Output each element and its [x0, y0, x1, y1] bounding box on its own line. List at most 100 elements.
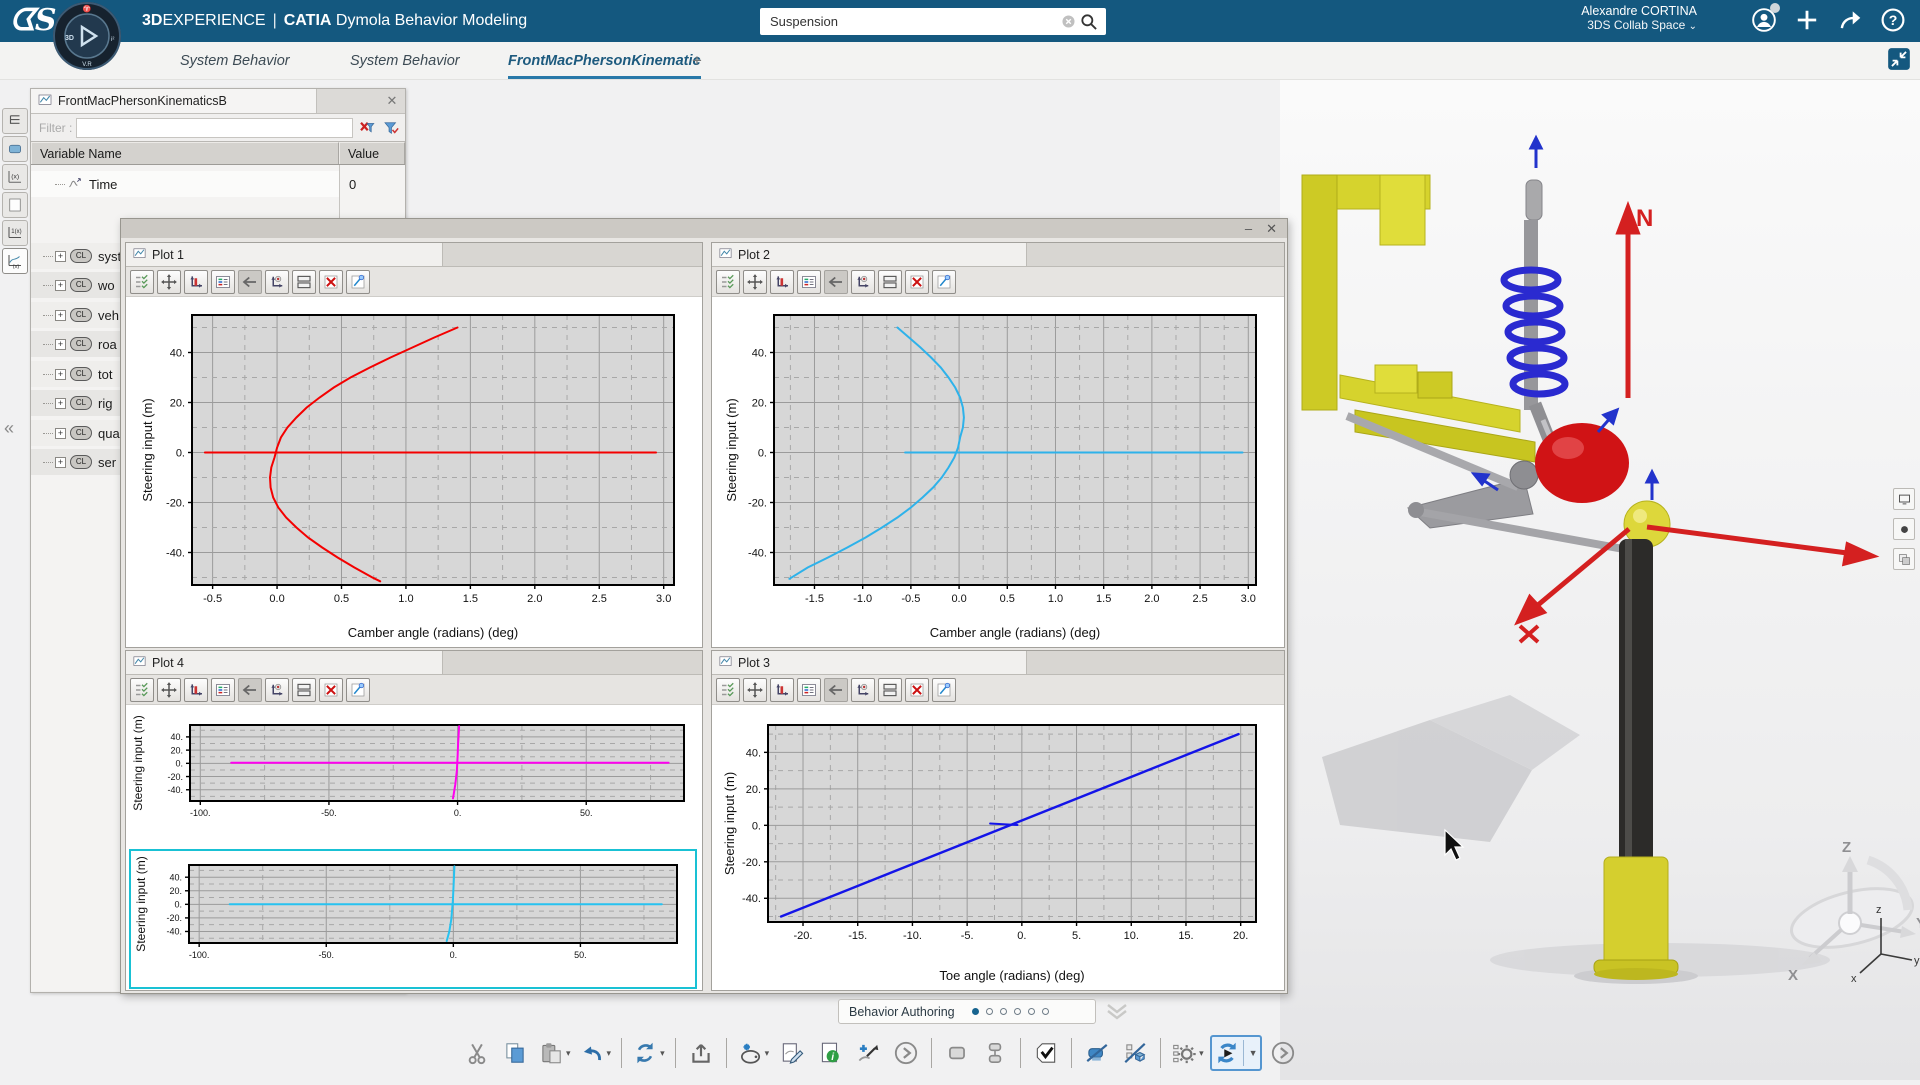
add-variable-button[interactable] [851, 1035, 885, 1071]
rail-plot-variables-icon[interactable]: (x) [2, 248, 28, 274]
plot4-tab[interactable]: Plot 4 [126, 651, 443, 674]
simulation-settings-button[interactable]: ▾ [1169, 1035, 1206, 1071]
plot-tool-probe[interactable] [346, 269, 370, 294]
plot3-tab[interactable]: Plot 3 [712, 651, 1027, 674]
expand-icon[interactable]: + [55, 368, 66, 380]
update-button[interactable]: ▾ [630, 1035, 667, 1071]
plot-tool-legend[interactable] [211, 677, 235, 702]
plot-tool-probe[interactable] [932, 269, 956, 294]
side-visibility-button[interactable] [1893, 518, 1915, 540]
plot-tool-back-arrow[interactable] [238, 269, 262, 294]
mode-dot-4[interactable] [1014, 1008, 1022, 1015]
plot1-tab[interactable]: Plot 1 [126, 243, 443, 266]
filter-input[interactable] [76, 117, 353, 138]
tab-system-behavior-2[interactable]: System Behavior [350, 42, 460, 80]
search-input[interactable] [770, 14, 1058, 29]
plot1-chart[interactable]: -0.5 0.0 0.5 1.0 1.5 2.0 2.5 3.0 40. 20. 0. -20. -40… [126, 297, 702, 652]
copy-button[interactable] [498, 1035, 532, 1071]
plot-tool-delete-curves[interactable] [905, 677, 929, 702]
plot-tool-fit-view[interactable] [743, 269, 767, 294]
collapse-panel-icon[interactable]: « [4, 418, 14, 439]
plot-tool-back-arrow[interactable] [238, 677, 262, 702]
plot-tool-axes-scale[interactable] [770, 269, 794, 294]
rail-document-icon[interactable] [2, 192, 28, 218]
close-icon[interactable]: ✕ [379, 89, 405, 113]
expand-icon[interactable]: + [55, 309, 66, 321]
plot-tool-axes-scale[interactable] [184, 269, 208, 294]
paste-button[interactable]: ▾ [536, 1035, 573, 1071]
mode-dot-6[interactable] [1042, 1008, 1050, 1015]
clear-search-icon[interactable] [1058, 12, 1078, 32]
plots-window-titlebar[interactable]: – ✕ [121, 219, 1287, 238]
mode-dot-5[interactable] [1028, 1008, 1036, 1015]
plot-tool-fit-view[interactable] [157, 677, 181, 702]
dropdown-arrow-icon[interactable]: ▾ [1199, 1048, 1204, 1059]
dropdown-arrow-icon[interactable]: ▾ [566, 1048, 571, 1059]
plot-tool-axes-scale[interactable] [770, 677, 794, 702]
plot-tool-plot-setup[interactable] [716, 269, 740, 294]
rail-model-tree-icon[interactable] [2, 108, 28, 134]
help-button[interactable]: ? [1878, 5, 1908, 35]
components-button[interactable] [978, 1035, 1012, 1071]
mode-dot-2[interactable] [986, 1008, 994, 1015]
export-button[interactable] [684, 1035, 718, 1071]
plot-tool-fit-view[interactable] [743, 677, 767, 702]
plot-tool-back-arrow[interactable] [824, 677, 848, 702]
toggle-3d-view-button[interactable] [1080, 1035, 1114, 1071]
expand-icon[interactable]: + [55, 456, 66, 468]
plot4-upper-strip[interactable]: -100. -50. 0. 50. 40. 20. 0. -20. -40. Steering i… [126, 705, 700, 850]
variable-browser-tab[interactable]: FrontMacPhersonKinematicsB [31, 89, 317, 113]
more-behavior-button[interactable] [889, 1035, 923, 1071]
expand-icon[interactable]: + [55, 338, 66, 350]
plot2-tab[interactable]: Plot 2 [712, 243, 1027, 266]
plot-tool-back-arrow[interactable] [824, 269, 848, 294]
plot-tool-plot-setup[interactable] [716, 677, 740, 702]
column-value[interactable]: Value [339, 142, 405, 164]
expand-icon[interactable]: + [55, 397, 66, 409]
plot-tool-fit-view[interactable] [157, 269, 181, 294]
plot-tool-legend[interactable] [211, 269, 235, 294]
rail-calibration-plot-icon[interactable]: 1(x) [2, 220, 28, 246]
edit-behavior-button[interactable] [775, 1035, 809, 1071]
clear-filter-icon[interactable] [357, 118, 377, 138]
plot-tool-legend[interactable] [797, 269, 821, 294]
plot-tool-legend[interactable] [797, 677, 821, 702]
3d-viewport[interactable]: N Z X Y z y [1280, 80, 1920, 1080]
new-tab-button[interactable]: + [692, 42, 702, 80]
mode-dot-1[interactable] [972, 1008, 980, 1015]
plot-tool-split-horizontal[interactable] [878, 677, 902, 702]
dropdown-arrow-icon[interactable]: ▼ [1249, 1048, 1258, 1058]
minimize-icon[interactable]: – [1245, 222, 1252, 235]
plot-tool-plot-setup[interactable] [130, 677, 154, 702]
search-bar[interactable] [760, 8, 1106, 35]
mode-page-dots[interactable] [969, 1008, 1053, 1015]
3dexperience-compass[interactable]: 3D ♈ V.R i² [52, 1, 122, 71]
red-mass-body[interactable] [1535, 423, 1629, 503]
expand-icon[interactable]: + [55, 279, 66, 291]
plot-tool-axes-pin[interactable] [851, 677, 875, 702]
search-icon[interactable] [1078, 11, 1100, 33]
dropdown-arrow-icon[interactable]: ▾ [660, 1048, 665, 1059]
side-display-button[interactable] [1893, 488, 1915, 510]
side-layers-button[interactable] [1893, 548, 1915, 570]
plot-tool-delete-curves[interactable] [319, 677, 343, 702]
plot-tool-probe[interactable] [932, 677, 956, 702]
tab-frontmacpherson[interactable]: FrontMacPhersonKinematic [508, 42, 701, 80]
mode-dot-3[interactable] [1000, 1008, 1008, 1015]
expand-action-pad-icon[interactable] [1104, 1000, 1130, 1027]
plot-tool-delete-curves[interactable] [905, 269, 929, 294]
plot3-chart[interactable]: -20. -15. -10. -5. 0. 5. 10. 15. 20. 40. 20. 0. -20.… [712, 705, 1284, 995]
plot-tool-plot-setup[interactable] [130, 269, 154, 294]
rail-variables-icon[interactable]: (x) [2, 164, 28, 190]
behavior-info-button[interactable]: i [813, 1035, 847, 1071]
rail-component-icon[interactable] [2, 136, 28, 162]
plot-tool-split-horizontal[interactable] [878, 269, 902, 294]
user-block[interactable]: Alexandre CORTINA 3DS Collab Space ⌄ [1581, 4, 1697, 32]
cut-button[interactable] [460, 1035, 494, 1071]
toggle-block-view-button[interactable] [1118, 1035, 1152, 1071]
plot-tool-axes-scale[interactable] [184, 677, 208, 702]
restore-window-icon[interactable] [1886, 46, 1912, 72]
expand-icon[interactable]: + [55, 250, 66, 262]
plot-tool-split-horizontal[interactable] [292, 677, 316, 702]
plot4-lower-strip-selected[interactable]: -100. -50. 0. 50. 40. 20. 0. -20. -40. Steering i… [129, 849, 697, 989]
